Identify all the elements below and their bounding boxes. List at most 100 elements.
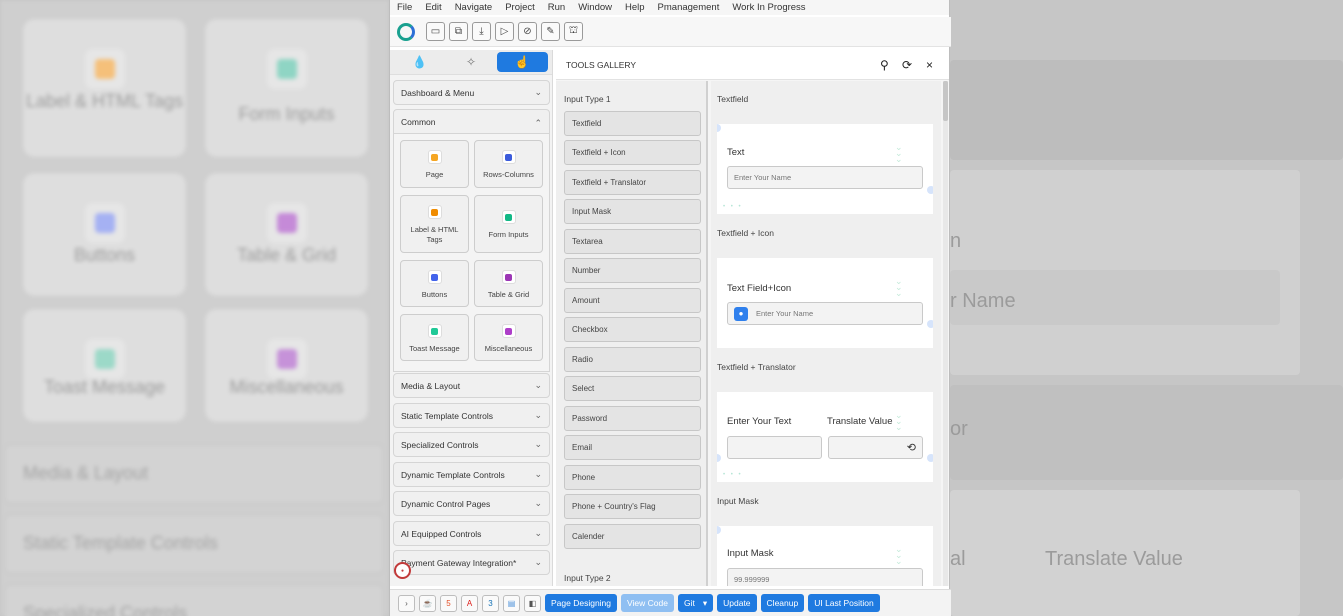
ide-window: File Edit Navigate Project Run Window He… xyxy=(389,0,951,616)
control-buttons[interactable]: Buttons xyxy=(400,260,469,307)
menu-edit[interactable]: Edit xyxy=(425,2,441,13)
menu-help[interactable]: Help xyxy=(625,2,645,13)
table-icon xyxy=(501,270,516,284)
user-avatar-icon[interactable]: ● xyxy=(394,562,411,579)
list-item-number[interactable]: Number xyxy=(564,258,701,283)
play-icon[interactable]: ▷ xyxy=(495,22,514,41)
copy-icon[interactable]: ⧉ xyxy=(449,22,468,41)
section-payment-gateway[interactable]: Payment Gateway Integration* ⌄ xyxy=(393,550,550,575)
preview-translate-input[interactable]: ⟲ xyxy=(828,436,923,459)
background-right-panel: n r Name or al Translate Value xyxy=(950,0,1343,616)
control-page[interactable]: Page xyxy=(400,140,469,188)
preview-card-textfield-icon[interactable]: ⌄ ⌄ ⌄ Text Field+Icon ● Enter Your Name xyxy=(717,258,933,348)
menu-project[interactable]: Project xyxy=(505,2,535,13)
list-item-password[interactable]: Password xyxy=(564,406,701,431)
translate-icon[interactable]: ⟲ xyxy=(907,441,916,454)
list-item-phone[interactable]: Phone xyxy=(564,465,701,490)
preview-mask-input[interactable]: 99.999999 xyxy=(727,568,923,586)
stop-icon[interactable]: ⊘ xyxy=(518,22,537,41)
cleanup-button[interactable]: Cleanup xyxy=(760,594,805,612)
hand-pointer-icon[interactable]: ☝ xyxy=(496,52,548,72)
angular-icon[interactable]: A xyxy=(461,594,478,612)
menu-window[interactable]: Window xyxy=(578,2,612,13)
preview-text-input[interactable]: Enter Your Name xyxy=(727,166,923,189)
git-button[interactable]: Git ▾ xyxy=(677,594,714,612)
background-left-panel: Label & HTML Tags Form Inputs Buttons Ta… xyxy=(0,0,389,616)
view-code-button[interactable]: View Code xyxy=(621,594,674,612)
menu-bar: File Edit Navigate Project Run Window He… xyxy=(390,0,949,15)
preview-scrollbar[interactable] xyxy=(943,81,948,586)
close-icon[interactable]: × xyxy=(926,58,933,72)
menu-pmanagement[interactable]: Pmanagement xyxy=(658,2,720,13)
database-icon[interactable]: ▤ xyxy=(503,594,520,612)
chevron-up-icon: ⌃ xyxy=(534,118,542,128)
preview-title: Textfield + Icon xyxy=(717,228,774,238)
control-toast-message[interactable]: Toast Message xyxy=(400,314,469,361)
preview-field-label: Enter Your Text xyxy=(727,416,792,427)
list-item-email[interactable]: Email xyxy=(564,435,701,460)
java-icon[interactable]: ☕ xyxy=(419,594,436,612)
list-section-heading: Input Type 1 xyxy=(564,94,611,104)
section-label: Dynamic Control Pages xyxy=(401,498,491,509)
menu-navigate[interactable]: Navigate xyxy=(455,2,493,13)
list-item-textarea[interactable]: Textarea xyxy=(564,229,701,254)
list-item-textfield[interactable]: Textfield xyxy=(564,111,701,136)
preview-source-input[interactable] xyxy=(727,436,822,459)
section-dynamic-control-pages[interactable]: Dynamic Control Pages ⌄ xyxy=(393,491,550,516)
deploy-icon[interactable]: ⛫ xyxy=(564,22,583,41)
caret-down-icon: ▾ xyxy=(702,597,708,608)
background-card-label: Toast Message xyxy=(43,377,166,397)
section-specialized-controls[interactable]: Specialized Controls ⌄ xyxy=(393,432,550,457)
background-card: Toast Message xyxy=(22,308,187,423)
list-item-amount[interactable]: Amount xyxy=(564,288,701,313)
update-button[interactable]: Update xyxy=(717,594,757,612)
html5-icon[interactable]: 5 xyxy=(440,594,457,612)
control-form-inputs[interactable]: Form Inputs xyxy=(474,195,543,253)
menu-file[interactable]: File xyxy=(397,2,412,13)
section-media-layout[interactable]: Media & Layout ⌄ xyxy=(393,373,550,398)
list-item-input-mask[interactable]: Input Mask xyxy=(564,199,701,224)
section-static-template-controls[interactable]: Static Template Controls ⌄ xyxy=(393,403,550,428)
code-icon xyxy=(427,205,442,219)
section-dashboard-menu[interactable]: Dashboard & Menu ⌄ xyxy=(393,80,550,105)
list-item-calender[interactable]: Calender xyxy=(564,524,701,549)
drop-icon[interactable]: 💧 xyxy=(394,52,445,72)
list-item-radio[interactable]: Radio xyxy=(564,347,701,372)
list-item-select[interactable]: Select xyxy=(564,376,701,401)
section-ai-equipped-controls[interactable]: AI Equipped Controls ⌄ xyxy=(393,521,550,546)
preview-icon-input[interactable]: ● Enter Your Name xyxy=(727,302,923,325)
css3-icon[interactable]: 3 xyxy=(482,594,499,612)
menu-run[interactable]: Run xyxy=(548,2,565,13)
control-label-html-tags[interactable]: Label & HTML Tags xyxy=(400,195,469,253)
puzzle-icon[interactable]: ✧ xyxy=(445,52,496,72)
control-label: Table & Grid xyxy=(487,290,530,299)
list-item-checkbox[interactable]: Checkbox xyxy=(564,317,701,342)
refresh-icon[interactable]: ⟳ xyxy=(902,58,912,72)
control-rows-columns[interactable]: Rows-Columns xyxy=(474,140,543,188)
preview-card-textfield[interactable]: ⌄ ⌄ ⌄ Text Enter Your Name • • • xyxy=(717,124,933,214)
ui-last-position-button[interactable]: UI Last Position xyxy=(808,594,880,612)
download-icon[interactable]: ⤓ xyxy=(472,22,491,41)
menu-work-in-progress[interactable]: Work In Progress xyxy=(732,2,805,13)
chevron-right-icon[interactable]: › xyxy=(398,594,415,612)
preview-card-input-mask[interactable]: ⌄ ⌄ ⌄ Input Mask 99.999999 xyxy=(717,526,933,586)
save-icon[interactable]: ▭ xyxy=(426,22,445,41)
list-item-phone-country-flag[interactable]: Phone + Country's Flag xyxy=(564,494,701,519)
scrollbar-thumb[interactable] xyxy=(943,81,948,121)
chevron-down-icon: ⌄ xyxy=(534,528,542,538)
page-designing-button[interactable]: Page Designing xyxy=(545,594,618,612)
control-label: Page xyxy=(425,170,444,179)
control-table-grid[interactable]: Table & Grid xyxy=(474,260,543,307)
section-common[interactable]: Common ⌃ xyxy=(393,109,550,134)
list-item-textfield-translator[interactable]: Textfield + Translator xyxy=(564,170,701,195)
search-icon[interactable]: ⚲ xyxy=(880,58,889,72)
bucket-icon[interactable]: ◧ xyxy=(524,594,541,612)
control-miscellaneous[interactable]: Miscellaneous xyxy=(474,314,543,361)
preview-card-translator[interactable]: ⌄ ⌄ ⌄ Enter Your Text Translate Value ⟲ • … xyxy=(717,392,933,482)
list-item-textfield-icon[interactable]: Textfield + Icon xyxy=(564,140,701,165)
decor-chevrons: ⌄ ⌄ ⌄ xyxy=(895,276,903,298)
section-label: Payment Gateway Integration* xyxy=(401,557,517,568)
section-dynamic-template-controls[interactable]: Dynamic Template Controls ⌄ xyxy=(393,462,550,487)
edit-icon[interactable]: ✎ xyxy=(541,22,560,41)
tools-gallery-panel: TOOLS GALLERY ⚲ ⟳ × Input Type 1 Textfie… xyxy=(556,50,949,586)
